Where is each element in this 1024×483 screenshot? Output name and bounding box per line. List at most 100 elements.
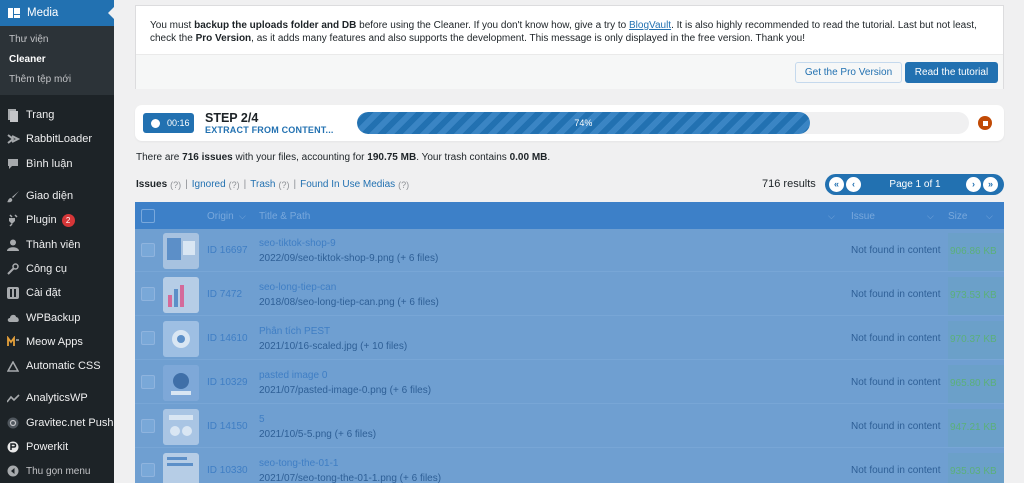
sidebar-item-tools[interactable]: Công cụ — [0, 257, 114, 281]
sidebar-item-users[interactable]: Thành viên — [0, 232, 114, 256]
media-title[interactable]: pasted image 0 — [259, 370, 327, 381]
table-row[interactable]: ID 10330 seo-tong-the-01-1 2021/07/seo-t… — [135, 449, 1004, 483]
sidebar-item-meow-apps[interactable]: Meow Apps — [0, 330, 114, 354]
sidebar-item-appearance[interactable]: Giao diện — [0, 184, 114, 208]
rabbit-icon — [6, 132, 20, 146]
media-id[interactable]: ID 7472 — [207, 289, 242, 300]
issue-text: Not found in content — [851, 377, 941, 388]
tab-count: (?) — [228, 179, 240, 190]
sort-arrow-icon[interactable]: ⌵ — [239, 211, 246, 222]
media-path: 2021/10/5-5.png (+ 6 files) — [259, 429, 377, 440]
page-icon — [6, 108, 20, 122]
sidebar-item-label: Automatic CSS — [26, 360, 101, 373]
media-id[interactable]: ID 10329 — [207, 377, 248, 388]
sidebar-item-wpbackup[interactable]: WPBackup — [0, 305, 114, 329]
media-title[interactable]: seo-long-tiep-can — [259, 282, 336, 293]
sidebar-item-media[interactable]: Media — [0, 0, 114, 26]
last-page-button[interactable]: » — [983, 177, 998, 192]
notice-text-bold: Pro Version — [195, 33, 252, 44]
media-title[interactable]: seo-tiktok-shop-9 — [259, 238, 336, 249]
tab-separator: | — [185, 179, 188, 190]
sort-arrow-icon[interactable]: ⌵ — [828, 211, 835, 222]
user-icon — [6, 238, 20, 252]
media-title[interactable]: seo-tong-the-01-1 — [259, 458, 339, 469]
collapse-icon — [6, 464, 20, 478]
table-row[interactable]: ID 14610 Phân tích PEST 2021/10/16-scale… — [135, 317, 1004, 360]
media-thumbnail[interactable] — [163, 365, 199, 401]
tab-count: (?) — [278, 179, 290, 190]
media-title[interactable]: 5 — [259, 414, 265, 425]
col-origin[interactable]: Origin — [207, 211, 234, 222]
step-label: EXTRACT FROM CONTENT... — [205, 125, 334, 135]
sidebar-item-pages[interactable]: Trang — [0, 103, 114, 127]
select-all-checkbox[interactable] — [141, 209, 155, 223]
sidebar-item-gravitec[interactable]: Gravitec.net Push — [0, 411, 114, 435]
sidebar-item-automatic-css[interactable]: Automatic CSS — [0, 354, 114, 378]
media-thumbnail[interactable] — [163, 453, 199, 483]
row-checkbox[interactable] — [141, 463, 155, 477]
prev-page-button[interactable]: ‹ — [846, 177, 861, 192]
media-thumbnail[interactable] — [163, 233, 199, 269]
collapse-menu-button[interactable]: Thu gọn menu — [0, 459, 114, 483]
sidebar-item-powerkit[interactable]: Powerkit — [0, 435, 114, 459]
media-id[interactable]: ID 16697 — [207, 245, 248, 256]
submenu-cleaner[interactable]: Cleaner — [0, 50, 114, 70]
media-path: 2021/10/16-scaled.jpg (+ 10 files) — [259, 341, 408, 352]
total-size: 190.75 MB — [367, 152, 417, 163]
media-id[interactable]: ID 14150 — [207, 421, 248, 432]
sidebar-item-analyticswp[interactable]: AnalyticsWP — [0, 386, 114, 410]
sort-arrow-icon[interactable]: ⌵ — [986, 211, 993, 222]
sort-arrow-icon[interactable]: ⌵ — [927, 211, 934, 222]
sidebar-item-label: Công cụ — [26, 262, 67, 275]
media-thumbnail[interactable] — [163, 409, 199, 445]
media-thumbnail[interactable] — [163, 277, 199, 313]
tab-trash[interactable]: Trash — [250, 179, 275, 190]
sidebar-item-plugins[interactable]: Plugin 2 — [0, 208, 114, 232]
media-title[interactable]: Phân tích PEST — [259, 326, 330, 337]
notice-text-bold: backup the uploads folder and DB — [194, 20, 357, 31]
sidebar-item-label: WPBackup — [26, 311, 81, 324]
table-row[interactable]: ID 14150 5 2021/10/5-5.png (+ 6 files) N… — [135, 405, 1004, 448]
media-path: 2022/09/seo-tiktok-shop-9.png (+ 6 files… — [259, 253, 439, 264]
row-checkbox[interactable] — [141, 375, 155, 389]
table-row[interactable]: ID 10329 pasted image 0 2021/07/pasted-i… — [135, 361, 1004, 404]
sidebar-item-label: Meow Apps — [26, 335, 83, 348]
comment-icon — [6, 157, 20, 171]
col-issue[interactable]: Issue — [851, 211, 875, 222]
pause-timer-button[interactable]: 00:16 — [143, 113, 194, 133]
media-id[interactable]: ID 14610 — [207, 333, 248, 344]
media-id[interactable]: ID 10330 — [207, 465, 248, 476]
sidebar-item-settings[interactable]: Cài đặt — [0, 281, 114, 305]
read-tutorial-button[interactable]: Read the tutorial — [905, 62, 998, 83]
col-title-path[interactable]: Title & Path — [259, 211, 310, 222]
stop-button[interactable] — [978, 116, 992, 130]
table-row[interactable]: ID 16697 seo-tiktok-shop-9 2022/09/seo-t… — [135, 229, 1004, 272]
settings-icon — [6, 286, 20, 300]
tab-ignored[interactable]: Ignored — [192, 179, 226, 190]
sidebar-item-comments[interactable]: Bình luận — [0, 152, 114, 176]
submenu-library[interactable]: Thư viện — [0, 30, 114, 50]
row-checkbox[interactable] — [141, 287, 155, 301]
table-row[interactable]: ID 7472 seo-long-tiep-can 2018/08/seo-lo… — [135, 273, 1004, 316]
sidebar-item-rabbitloader[interactable]: RabbitLoader — [0, 127, 114, 151]
blogvault-link[interactable]: BlogVault — [629, 20, 671, 31]
tab-issues[interactable]: Issues — [136, 179, 167, 190]
issues-count: 716 issues — [182, 152, 233, 163]
media-thumbnail[interactable] — [163, 321, 199, 357]
media-path: 2021/07/seo-tong-the-01-1.png (+ 6 files… — [259, 473, 442, 483]
row-checkbox[interactable] — [141, 419, 155, 433]
next-page-button[interactable]: › — [966, 177, 981, 192]
issue-text: Not found in content — [851, 289, 941, 300]
get-pro-button[interactable]: Get the Pro Version — [795, 62, 902, 83]
media-table: Origin ⌵ Title & Path ⌵ Issue ⌵ Size ⌵ I… — [135, 202, 1004, 483]
row-checkbox[interactable] — [141, 243, 155, 257]
row-checkbox[interactable] — [141, 331, 155, 345]
sidebar-item-label: Cài đặt — [26, 287, 61, 300]
submenu-add-new[interactable]: Thêm tệp mới — [0, 70, 114, 90]
admin-sidebar: Media Thư viện Cleaner Thêm tệp mới Tran… — [0, 0, 114, 483]
col-size[interactable]: Size — [948, 211, 967, 222]
first-page-button[interactable]: « — [829, 177, 844, 192]
progress-bar: 74% — [357, 112, 969, 134]
tab-found-in-use[interactable]: Found In Use Medias — [300, 179, 395, 190]
summary-text: . Your trash contains — [416, 152, 510, 163]
